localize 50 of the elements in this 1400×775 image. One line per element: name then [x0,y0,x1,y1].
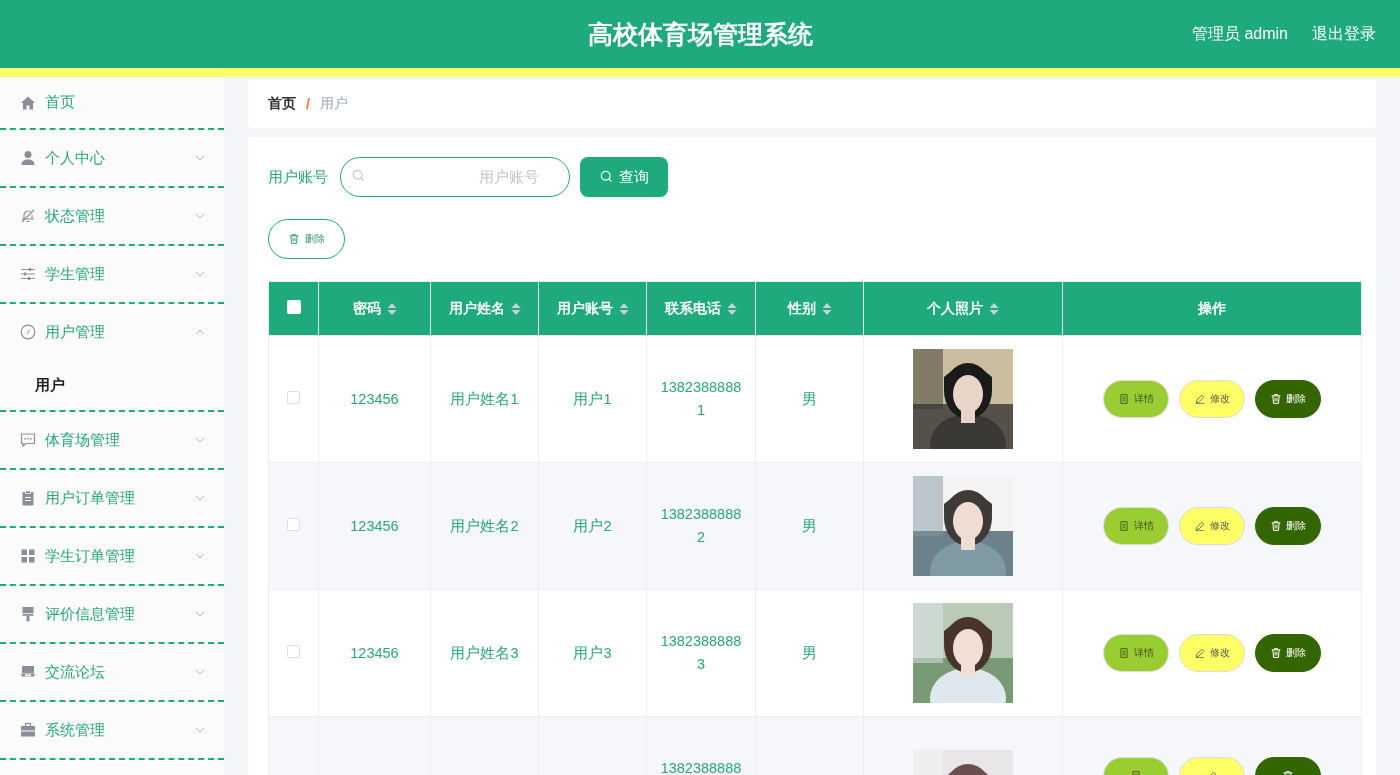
menu-item[interactable]: 体育场管理 [0,412,224,468]
menu-item[interactable]: 用户订单管理 [0,470,224,526]
table-cell: 用户姓名2 [450,517,519,534]
table-cell-text: 13823888881 [660,378,742,420]
menu-item[interactable]: 用户管理 [0,304,224,360]
edit-button[interactable]: 修改 [1179,634,1245,672]
table-cell: 男 [802,644,817,661]
table-cell: 用户姓名3 [450,644,519,661]
table-cell-text: 13823888882 [660,505,742,547]
app-title: 高校体育场管理系统 [587,18,813,50]
menu-item[interactable]: 状态管理 [0,188,224,244]
detail-button[interactable]: 详情 [1103,380,1169,418]
delete-button[interactable]: 删除 [1255,380,1321,418]
field-label: 用户账号 [268,167,328,187]
delete-button[interactable]: 删除 [1255,634,1321,672]
admin-label: 管理员 admin [1191,23,1288,44]
table-cell: 123456 [350,518,399,534]
table-cell: 男 [802,517,817,534]
column-header[interactable]: 密码 [352,299,397,318]
breadcrumb-separator: / [306,96,310,112]
table-cell: 用户2 [573,517,612,534]
table-cell-text: 13823888883 [660,632,742,674]
search-field[interactable]: 用户账号 [340,157,570,197]
column-header[interactable]: 性别 [787,299,832,318]
table-cell: 123456 [350,645,399,661]
menu-item[interactable]: 个人中心 [0,130,224,186]
submenu-item[interactable]: 用户 [0,360,224,410]
menu-item[interactable]: 交流论坛 [0,644,224,700]
menu-item[interactable]: 评价信息管理 [0,586,224,642]
detail-button[interactable]: 详情 [1103,634,1169,672]
logout-link[interactable]: 退出登录 [1312,23,1376,45]
edit-button[interactable]: 修改 [1179,507,1245,545]
delete-button[interactable]: 删除 [1255,507,1321,545]
breadcrumb-link[interactable]: 首页 [268,95,296,113]
table-cell: 123456 [350,391,399,407]
delete-button[interactable]: 删除 [268,219,345,259]
table-cell: 用户3 [573,644,612,661]
column-header[interactable]: 个人照片 [927,299,999,318]
table-cell: 男 [802,390,817,407]
menu-item[interactable]: 首页 [0,77,224,128]
table-cell: 用户姓名1 [450,390,519,407]
menu-item[interactable]: 系统管理 [0,702,224,758]
menu-item[interactable]: 学生管理 [0,246,224,302]
menu-item[interactable]: 学生订单管理 [0,528,224,584]
detail-button[interactable]: 详情 [1103,507,1169,545]
table-cell: 用户1 [573,390,612,407]
table-cell-text: 1382388888 [660,759,742,775]
search-button[interactable]: 查询 [580,157,668,197]
edit-button[interactable]: 修改 [1179,380,1245,418]
column-header: 操作 [1198,299,1226,318]
